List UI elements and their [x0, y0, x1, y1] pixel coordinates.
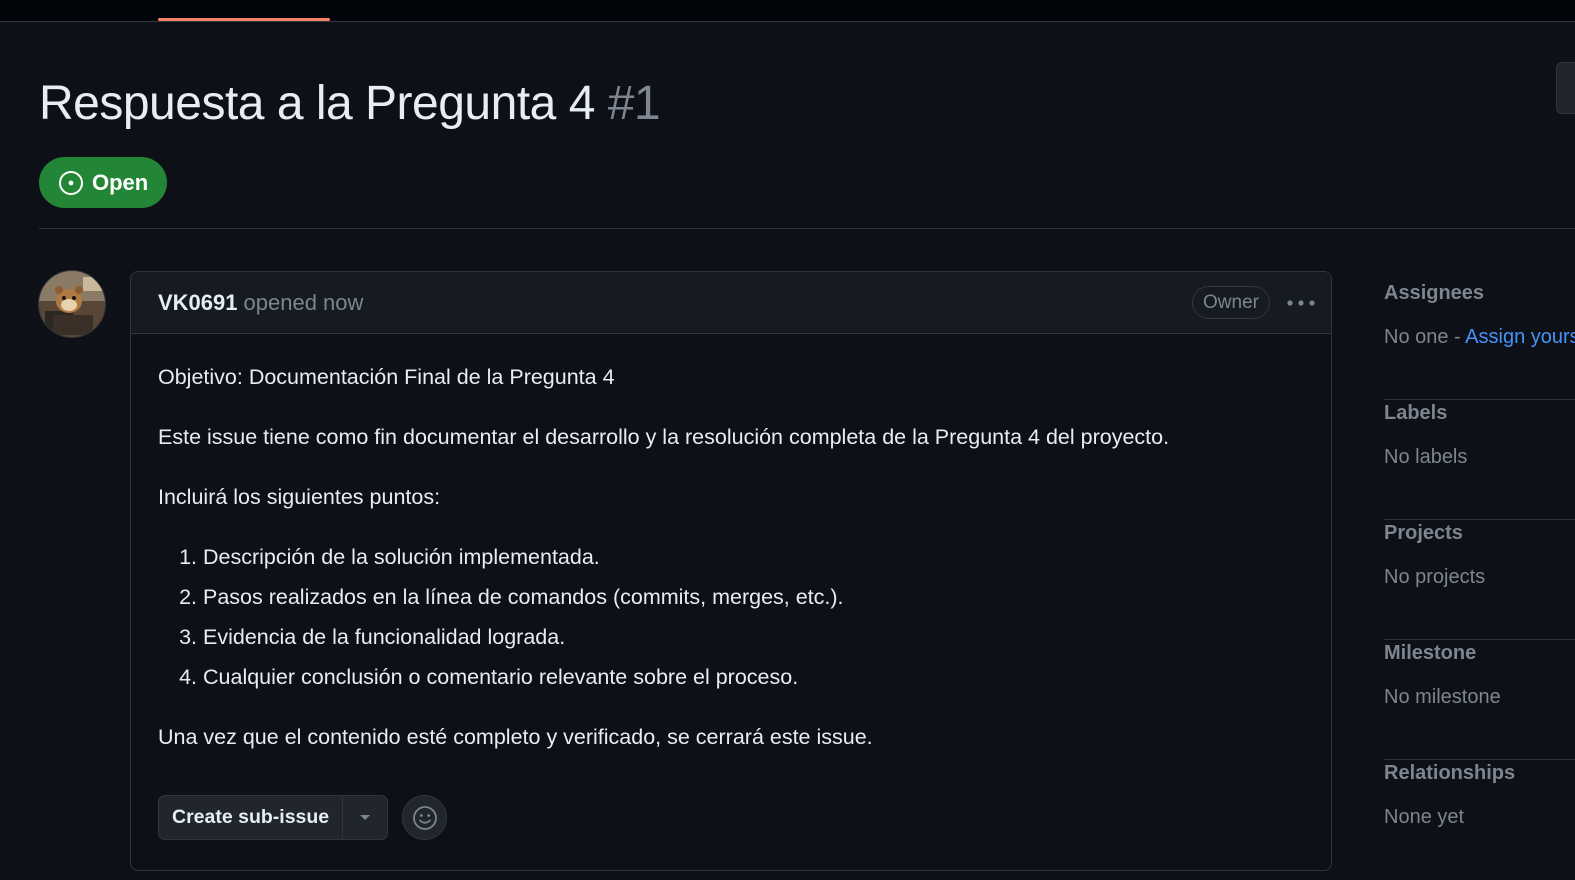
comment-actions: Create sub-issue [158, 795, 448, 840]
header-divider [39, 228, 1575, 229]
issue-comment: VK0691 opened now Owner Objetivo: Docume… [130, 271, 1332, 871]
milestone-heading[interactable]: Milestone [1384, 642, 1476, 665]
comment-options-button[interactable] [1281, 290, 1321, 316]
edit-button-partial[interactable] [1556, 62, 1575, 114]
top-navigation-bar [0, 0, 1575, 22]
comment-list-intro: Incluirá los siguientes puntos: [158, 485, 441, 509]
labels-value: No labels [1384, 446, 1468, 468]
issue-state-badge: Open [39, 157, 168, 208]
comment-intro: Este issue tiene como fin documentar el … [158, 425, 1170, 449]
assignees-heading[interactable]: Assignees [1384, 282, 1484, 305]
assignees-empty-text: No one - [1384, 326, 1466, 348]
assign-yourself-link[interactable]: Assign yourself [1465, 326, 1575, 348]
active-tab-indicator [158, 18, 330, 21]
sidebar-projects: Projects No projects [1384, 520, 1575, 640]
issue-title-text: Respuesta a la Pregunta 4 [39, 77, 595, 130]
issue-title: Respuesta a la Pregunta 4 #1 [39, 72, 661, 136]
milestone-value: No milestone [1384, 686, 1501, 708]
comment-points-list: Descripción de la solución implementada.… [158, 542, 1304, 692]
list-item: Descripción de la solución implementada. [203, 542, 1304, 572]
list-item: Cualquier conclusión o comentario releva… [203, 662, 1304, 692]
sidebar-milestone: Milestone No milestone [1384, 640, 1575, 760]
projects-heading[interactable]: Projects [1384, 522, 1463, 545]
issue-opened-icon [59, 170, 83, 195]
comment-author-link[interactable]: VK0691 [158, 290, 238, 316]
kebab-horizontal-icon [1287, 300, 1315, 306]
sidebar-labels: Labels No labels [1384, 400, 1575, 520]
smiley-icon [412, 805, 437, 830]
sub-issue-options-button[interactable] [343, 796, 387, 839]
create-sub-issue-button[interactable]: Create sub-issue [159, 796, 344, 839]
issue-sidebar: Assignees No one - Assign yourself Label… [1384, 280, 1575, 880]
comment-body: Objetivo: Documentación Final de la Preg… [131, 334, 1331, 752]
list-item: Pasos realizados en la línea de comandos… [203, 582, 1304, 612]
author-avatar[interactable] [38, 270, 106, 338]
comment-objective: Objetivo: Documentación Final de la Preg… [158, 365, 615, 389]
owner-badge: Owner [1192, 286, 1270, 319]
triangle-down-icon [360, 814, 371, 820]
sidebar-assignees: Assignees No one - Assign yourself [1384, 280, 1575, 400]
relationships-heading[interactable]: Relationships [1384, 762, 1515, 785]
list-item: Evidencia de la funcionalidad lograda. [203, 622, 1304, 652]
comment-header: VK0691 opened now Owner [131, 272, 1331, 334]
sidebar-relationships: Relationships None yet [1384, 760, 1575, 880]
labels-heading[interactable]: Labels [1384, 402, 1447, 425]
avatar-image [39, 271, 105, 337]
comment-timestamp[interactable]: opened now [244, 290, 364, 316]
projects-value: No projects [1384, 566, 1486, 588]
relationships-value: None yet [1384, 806, 1465, 828]
comment-closing: Una vez que el contenido esté completo y… [158, 725, 873, 749]
issue-state-label: Open [92, 169, 149, 195]
issue-number: #1 [607, 77, 661, 130]
assignees-value: No one - Assign yourself [1384, 326, 1575, 349]
create-sub-issue-split-button: Create sub-issue [158, 795, 389, 840]
add-reaction-button[interactable] [402, 795, 448, 840]
